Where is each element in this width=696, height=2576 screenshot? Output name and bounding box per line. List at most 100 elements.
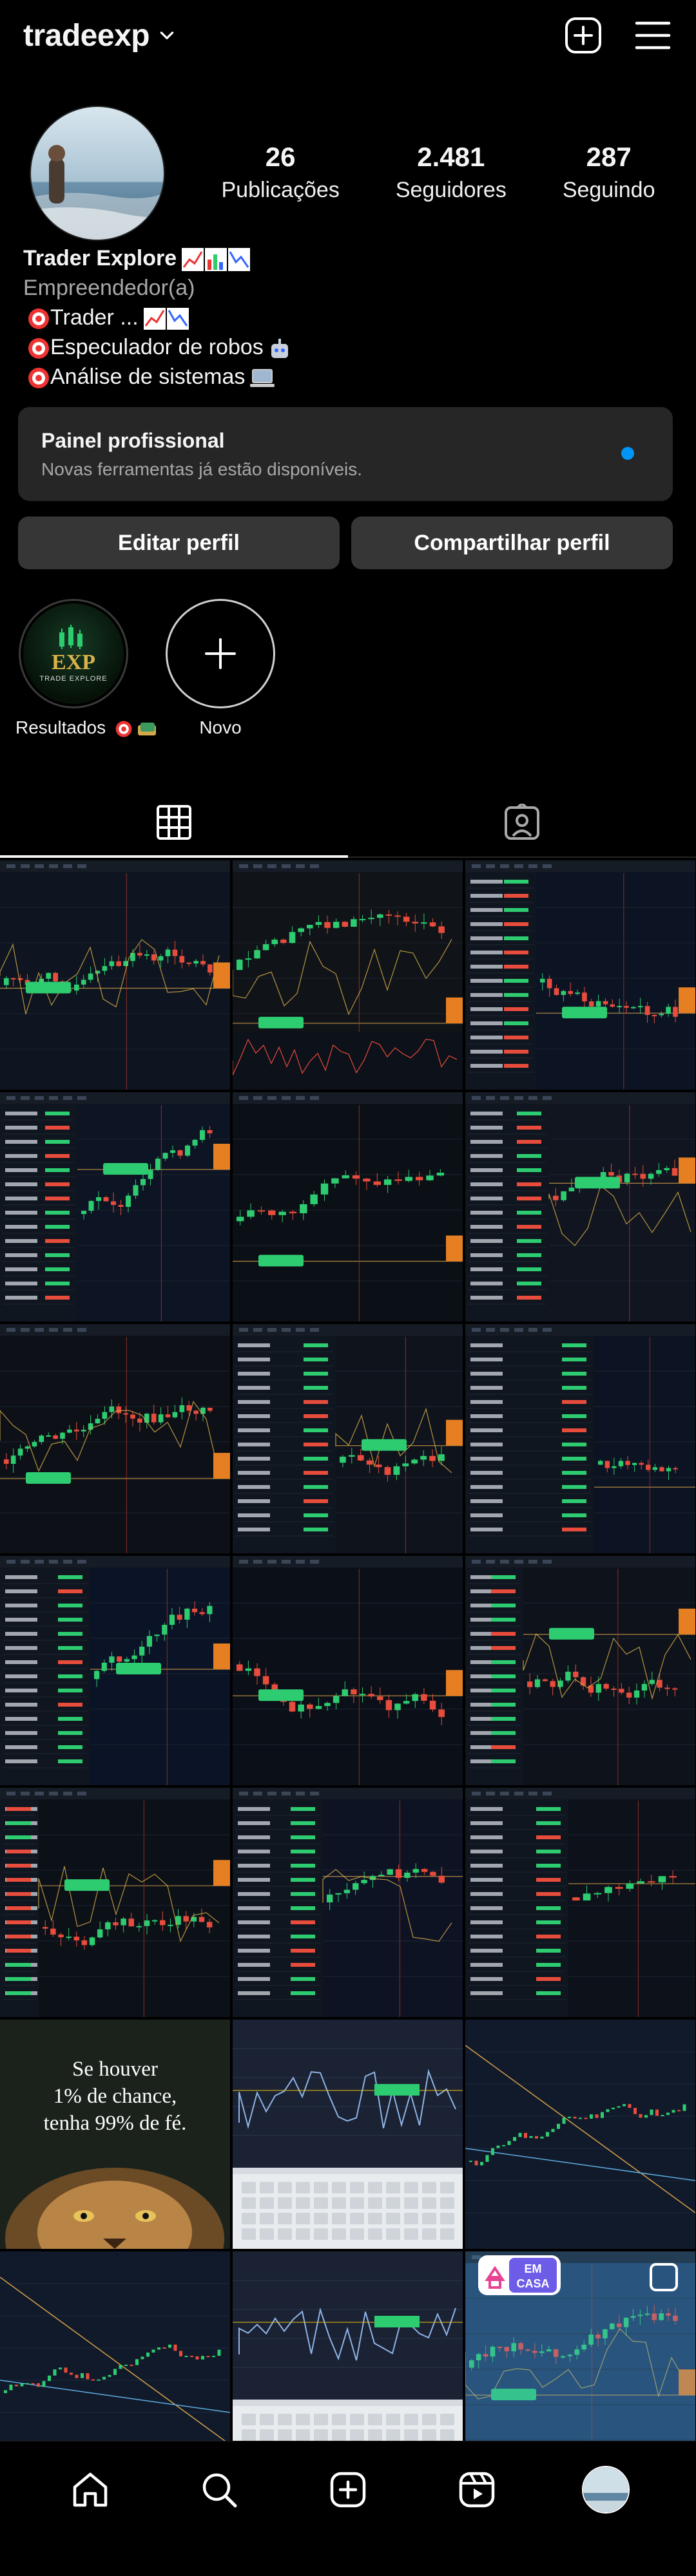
- bio-line-2: Especulador de robos: [23, 332, 668, 362]
- post-image: [465, 2020, 695, 2249]
- highlight-new-label: Novo: [199, 717, 242, 737]
- post-image: [465, 860, 695, 1090]
- post-image: [233, 2020, 463, 2249]
- stat-followers-label: Seguidores: [395, 178, 507, 202]
- quote-line: tenha 99% de fé.: [43, 2112, 187, 2135]
- post-image: [233, 1324, 463, 1553]
- robot-emoji-icon: [271, 339, 288, 359]
- search-icon[interactable]: [193, 2464, 245, 2515]
- highlight-logo-text: EXP: [52, 650, 95, 674]
- plus-icon: [205, 638, 236, 669]
- reels-icon[interactable]: [451, 2464, 503, 2515]
- profile-stats: 26 Publicações 2.481 Seguidores 287 Segu…: [193, 142, 683, 203]
- highlight-logo-sub: TRADE EXPLORE: [39, 675, 108, 683]
- highlight-new[interactable]: Novo: [162, 599, 278, 738]
- em-casa-sticker-line1: EM: [525, 2262, 542, 2275]
- quote-line: Se houver: [72, 2058, 158, 2081]
- stat-posts-label: Publicações: [221, 178, 340, 202]
- grid-icon: [157, 805, 191, 840]
- post-image: [0, 860, 230, 1090]
- username[interactable]: tradeexp: [23, 18, 150, 53]
- post-thumbnail[interactable]: [233, 1556, 463, 1785]
- post-thumbnail[interactable]: [0, 860, 230, 1090]
- post-thumbnail[interactable]: [465, 1788, 695, 2017]
- highlight-cover: EXP TRADE EXPLORE: [23, 603, 124, 704]
- add-square-icon[interactable]: [563, 15, 603, 55]
- professional-dashboard[interactable]: Painel profissional Novas ferramentas já…: [18, 407, 673, 501]
- post-thumbnail[interactable]: [465, 1092, 695, 1321]
- stat-followers-count: 2.481: [417, 142, 485, 172]
- post-image: [233, 860, 463, 1090]
- candles-logo-icon: [59, 625, 82, 649]
- tagged-icon: [505, 804, 539, 840]
- target-emoji-icon: [28, 308, 49, 330]
- bio-text-3: Análise de sistemas: [50, 365, 246, 389]
- edit-profile-button[interactable]: Editar perfil: [18, 516, 340, 569]
- post-thumbnail[interactable]: [0, 1092, 230, 1321]
- profile-tabs: [0, 787, 696, 858]
- highlight-resultados[interactable]: EXP TRADE EXPLORE Resultados: [15, 599, 156, 738]
- tab-posts-grid[interactable]: [0, 787, 348, 858]
- bio-text-2: Especulador de robos: [50, 335, 264, 359]
- bio-name-line: Trader Explore: [23, 243, 668, 273]
- highlight-ring: EXP TRADE EXPLORE: [19, 599, 128, 708]
- profile-bio: Trader Explore Empreendedor(a) Trader ..…: [23, 243, 668, 392]
- profile-avatar: [582, 2465, 630, 2514]
- share-profile-button[interactable]: Compartilhar perfil: [351, 516, 673, 569]
- story-highlights: EXP TRADE EXPLORE Resultados Novo: [0, 599, 696, 753]
- post-thumbnail[interactable]: [233, 860, 463, 1090]
- post-thumbnail[interactable]: Se houver 1% de chance, tenha 99% de fé.: [0, 2020, 230, 2249]
- post-thumbnail[interactable]: [0, 1556, 230, 1785]
- post-thumbnail[interactable]: [465, 2020, 695, 2249]
- post-image: [233, 1092, 463, 1321]
- profile-avatar[interactable]: [30, 106, 165, 241]
- quote-line: 1% de chance,: [53, 2085, 177, 2108]
- post-image: [465, 1556, 695, 1785]
- system-nav-area: [0, 2537, 696, 2576]
- target-emoji-icon: [28, 338, 49, 359]
- target-emoji-icon: [115, 721, 132, 737]
- profile-category: Empreendedor(a): [23, 276, 195, 300]
- menu-icon[interactable]: [633, 15, 673, 55]
- post-image: [465, 1324, 695, 1553]
- chart-emoji-icon: [182, 248, 251, 272]
- pro-panel-title: Painel profissional: [41, 429, 225, 452]
- stat-following[interactable]: 287 Seguindo: [563, 142, 655, 203]
- post-quote-text: Se houver 1% de chance, tenha 99% de fé.: [0, 2056, 230, 2137]
- post-thumbnail[interactable]: [233, 1324, 463, 1553]
- new-highlight-ring: [166, 599, 275, 708]
- highlight-label: Resultados: [15, 717, 156, 738]
- post-thumbnail[interactable]: [0, 1324, 230, 1553]
- stat-following-label: Seguindo: [562, 178, 655, 202]
- post-image: [465, 1788, 695, 2017]
- chevron-down-icon[interactable]: [159, 27, 175, 44]
- tab-tagged[interactable]: [348, 787, 696, 858]
- stat-posts[interactable]: 26 Publicações: [221, 142, 339, 203]
- profile-nav-avatar[interactable]: [580, 2464, 632, 2515]
- post-thumbnail[interactable]: [0, 1788, 230, 2017]
- stat-posts-count: 26: [265, 142, 296, 172]
- bio-line-1: Trader ...: [23, 303, 668, 332]
- profile-header: 26 Publicações 2.481 Seguidores 287 Segu…: [0, 97, 696, 241]
- em-casa-sticker-line2: CASA: [516, 2277, 549, 2290]
- post-thumbnail[interactable]: [233, 2020, 463, 2249]
- post-thumbnail[interactable]: [233, 1788, 463, 2017]
- post-image: [465, 1092, 695, 1321]
- post-thumbnail[interactable]: [465, 1324, 695, 1553]
- post-thumbnail[interactable]: [465, 1556, 695, 1785]
- posts-grid: Se houver 1% de chance, tenha 99% de fé. EM…: [0, 860, 696, 2481]
- bio-line-3: Análise de sistemas: [23, 362, 668, 392]
- home-icon[interactable]: [64, 2464, 116, 2515]
- top-bar: tradeexp: [0, 0, 696, 71]
- post-image: [233, 1556, 463, 1785]
- post-thumbnail[interactable]: [465, 860, 695, 1090]
- post-image: [0, 1324, 230, 1553]
- money-emoji-icon: [137, 722, 156, 735]
- post-thumbnail[interactable]: [233, 1092, 463, 1321]
- post-image: [0, 1556, 230, 1785]
- stat-following-count: 287: [586, 142, 632, 172]
- create-icon[interactable]: [322, 2464, 374, 2515]
- stat-followers[interactable]: 2.481 Seguidores: [396, 142, 507, 203]
- pro-panel-subtitle: Novas ferramentas já estão disponíveis.: [41, 459, 363, 479]
- bottom-navigation: [0, 2441, 696, 2537]
